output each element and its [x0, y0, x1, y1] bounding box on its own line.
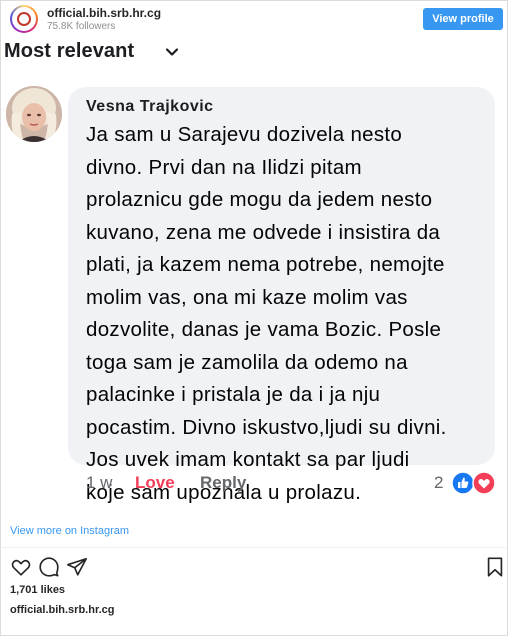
follower-count: 75.8K followers [47, 21, 116, 32]
comment-line: Jos uvek imam kontakt sa par ljudi [86, 448, 410, 471]
account-avatar[interactable] [10, 5, 38, 33]
comment-line: molim vas, ona mi kaze molim vas [86, 285, 408, 309]
comment-sort-dropdown[interactable]: Most relevant [4, 40, 179, 68]
comment-timestamp[interactable]: 1 w [86, 473, 112, 493]
profile-photo [6, 86, 62, 142]
comment-line: pocastim. Divno iskustvo,ljudi su divni. [86, 415, 447, 439]
comment-text: Ja sam u Sarajevu dozivela nesto divno. … [86, 119, 491, 509]
reaction-summary[interactable]: 2 [434, 471, 498, 497]
view-more-on-instagram-link[interactable]: View more on Instagram [10, 525, 129, 537]
bookmark-icon[interactable] [484, 556, 506, 578]
view-profile-button[interactable]: View profile [423, 8, 503, 30]
account-logo-icon [17, 12, 31, 26]
heart-outline-icon[interactable] [10, 556, 32, 578]
account-name[interactable]: official.bih.srb.hr.cg [47, 6, 161, 20]
reaction-count: 2 [434, 473, 444, 492]
sort-label: Most relevant [4, 40, 135, 62]
reply-button[interactable]: Reply [200, 473, 246, 493]
love-reaction-button[interactable]: Love [135, 473, 175, 493]
comment-line: divno. Prvi dan na Ilidzi pitam [86, 155, 362, 179]
comment-line: plati, ja kazem nema potrebe, nemojte [86, 253, 445, 276]
comment-line: Ja sam u Sarajevu dozivela nesto [86, 123, 403, 146]
chevron-down-icon [165, 48, 179, 56]
comment-line: dozvolite, danas je vama Bozic. Posle [86, 318, 442, 341]
commenter-name[interactable]: Vesna Trajkovic [86, 98, 214, 116]
comment-icon[interactable] [38, 556, 60, 578]
heart-icon [472, 471, 496, 495]
embed-header: official.bih.srb.hr.cg 75.8K followers V… [0, 0, 506, 36]
comment-line: prolaznicu gde mogu da jedem nesto [86, 188, 433, 211]
share-icon[interactable] [66, 556, 88, 578]
comment-line: palacinke i pristala je da i ja nju [86, 383, 381, 406]
commenter-avatar[interactable] [6, 86, 62, 142]
comment-line: kuvano, zena me odvede i insistira da [86, 220, 441, 244]
comment-line: toga sam je zamolila da odemo na [86, 350, 408, 374]
divider [0, 547, 506, 548]
like-count[interactable]: 1,701 likes [10, 584, 65, 596]
footer-account-name[interactable]: official.bih.srb.hr.cg [10, 604, 115, 616]
